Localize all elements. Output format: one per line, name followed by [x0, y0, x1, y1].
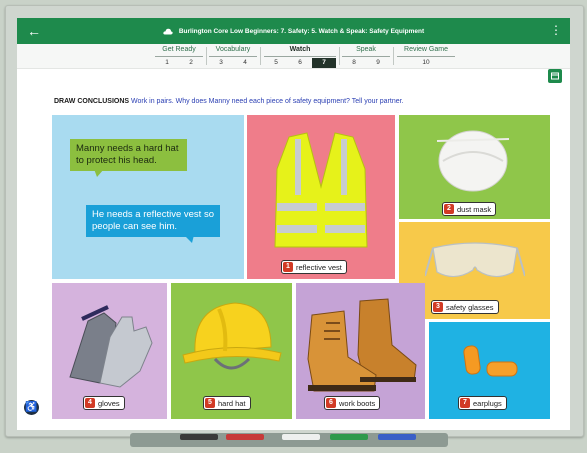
red-marker[interactable] — [226, 434, 264, 440]
page-button[interactable]: 6 — [288, 58, 312, 68]
app-bar: ← Burlington Core Low Beginners: 7. Safe… — [17, 18, 570, 44]
item-number: 5 — [205, 398, 215, 408]
tab-divider — [339, 47, 340, 65]
tab-label: Watch — [289, 46, 311, 53]
item-number: 7 — [460, 398, 470, 408]
item-label: 1 reflective vest — [281, 260, 347, 274]
page-button[interactable]: 5 — [264, 58, 288, 68]
dust-mask-tile: 2 dust mask — [399, 115, 550, 219]
speech-bubbles-tile: Manny needs a hard hat to protect his he… — [52, 115, 244, 279]
lesson-nav: Get Ready 1 2 Vocabulary 3 4 Watch 5 6 7… — [17, 44, 570, 69]
item-label-text: work boots — [339, 398, 376, 408]
more-vert-icon[interactable]: ⋮ — [550, 23, 562, 37]
item-label: 7 earplugs — [458, 396, 507, 410]
tab-label: Review Game — [404, 46, 448, 53]
blue-marker[interactable] — [378, 434, 416, 440]
page-button[interactable]: 1 — [155, 58, 179, 68]
bubble-tail — [94, 169, 104, 177]
page-button[interactable]: 9 — [366, 58, 390, 68]
tab-rule — [397, 56, 455, 57]
item-label: 3 safety glasses — [431, 300, 499, 314]
reflective-vest-tile: 1 reflective vest — [247, 115, 395, 279]
bubble-tail — [184, 235, 194, 243]
page-button[interactable]: 4 — [233, 58, 257, 68]
black-marker[interactable] — [180, 434, 218, 440]
item-label-text: dust mask — [457, 204, 492, 214]
green-marker[interactable] — [330, 434, 368, 440]
speech-bubble-1: Manny needs a hard hat to protect his he… — [70, 139, 187, 171]
instruction-lead: DRAW CONCLUSIONS — [54, 98, 130, 105]
work-boots-image — [307, 298, 417, 392]
hard-hat-image — [182, 302, 282, 370]
safety-glasses-image — [425, 242, 525, 278]
accessibility-icon[interactable]: ♿ — [24, 400, 39, 415]
tab-rule — [342, 56, 390, 57]
app-title: Burlington Core Low Beginners: 7. Safety… — [178, 27, 425, 35]
tab-rule — [155, 56, 203, 57]
gloves-tile: 4 gloves — [52, 283, 167, 419]
tab-label: Speak — [356, 46, 376, 53]
hard-hat-tile: 5 hard hat — [171, 283, 292, 419]
tab-divider — [393, 47, 394, 65]
screen: ← Burlington Core Low Beginners: 7. Safe… — [17, 18, 570, 430]
item-number: 1 — [283, 262, 293, 272]
page-button[interactable]: 10 — [397, 58, 455, 68]
tab-rule — [209, 56, 257, 57]
tab-divider — [206, 47, 207, 65]
tools-button[interactable] — [548, 69, 562, 83]
gloves-image — [69, 305, 153, 388]
item-label: 4 gloves — [83, 396, 125, 410]
item-label: 2 dust mask — [442, 202, 497, 216]
item-number: 6 — [326, 398, 336, 408]
title-group: Burlington Core Low Beginners: 7. Safety… — [17, 18, 570, 44]
page-button-current[interactable]: 7 — [312, 58, 336, 68]
page-button[interactable]: 3 — [209, 58, 233, 68]
earplugs-image — [463, 345, 518, 377]
speech-bubble-2: He needs a reflective vest so people can… — [86, 205, 220, 237]
page-button[interactable]: 2 — [179, 58, 203, 68]
item-number: 4 — [85, 398, 95, 408]
item-label: 5 hard hat — [203, 396, 251, 410]
item-label-text: earplugs — [473, 398, 502, 408]
item-label: 6 work boots — [324, 396, 381, 410]
page-button[interactable]: 8 — [342, 58, 366, 68]
instruction-text: Work in pairs. Why does Manny need each … — [129, 98, 404, 105]
cloud-icon — [163, 28, 173, 34]
item-label-text: gloves — [98, 398, 120, 408]
item-number: 3 — [433, 302, 443, 312]
earplugs-tile: 7 earplugs — [429, 322, 550, 419]
activity-instruction: DRAW CONCLUSIONS Work in pairs. Why does… — [54, 98, 534, 105]
work-boots-tile: 6 work boots — [296, 283, 425, 419]
item-label-text: hard hat — [218, 398, 246, 408]
calendar-icon — [551, 72, 559, 80]
tab-label: Get Ready — [162, 46, 196, 53]
tab-divider — [260, 47, 261, 65]
tab-rule — [264, 56, 336, 57]
item-label-text: reflective vest — [296, 262, 342, 272]
dust-mask-image — [436, 130, 510, 192]
tab-label: Vocabulary — [215, 46, 251, 53]
eraser[interactable] — [282, 434, 320, 440]
item-label-text: safety glasses — [446, 302, 494, 312]
item-number: 2 — [444, 204, 454, 214]
reflective-vest-image — [274, 132, 368, 248]
